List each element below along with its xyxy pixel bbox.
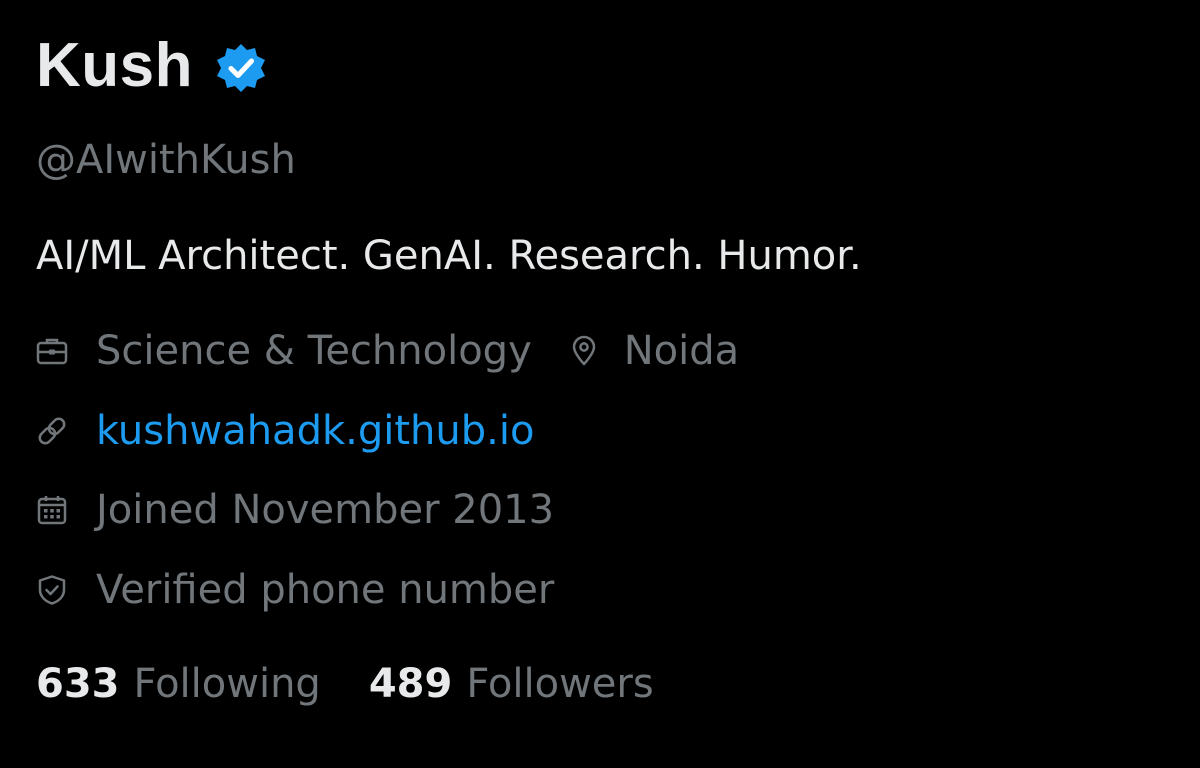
phone-verification-row: Verified phone number — [36, 570, 554, 610]
name-row: Kush — [36, 28, 267, 104]
shield-check-icon — [36, 574, 68, 606]
followers-count: 489 — [368, 661, 453, 707]
verified-badge-icon[interactable] — [215, 42, 267, 94]
website-row: kushwahadk.github.io — [36, 411, 534, 451]
display-name: Kush — [36, 31, 193, 100]
following-link[interactable]: 633 Following — [36, 664, 321, 704]
joined-row: Joined November 2013 — [36, 490, 554, 530]
profile-location: Noida — [623, 328, 740, 374]
follow-stats: 633 Following 489 Followers — [36, 664, 654, 704]
location: Noida — [568, 331, 739, 371]
link-icon — [36, 415, 68, 447]
followers-link[interactable]: 489 Followers — [369, 664, 654, 704]
profile-category: Science & Technology — [96, 328, 532, 374]
phone-verification-status: Verified phone number — [96, 567, 555, 613]
profile-handle: @AIwithKush — [36, 137, 296, 183]
profile-header: Kush @AIwithKush AI/ML Architect. GenAI.… — [36, 0, 1176, 768]
category-location-row: Science & Technology Noida — [36, 331, 739, 371]
followers-label: Followers — [466, 661, 654, 707]
calendar-icon — [36, 494, 68, 526]
joined-date: Joined November 2013 — [96, 487, 555, 533]
profile-bio: AI/ML Architect. GenAI. Research. Humor. — [36, 233, 862, 279]
briefcase-icon — [36, 335, 68, 367]
location-pin-icon — [568, 335, 600, 367]
following-label: Following — [133, 661, 321, 707]
following-count: 633 — [36, 661, 120, 707]
website-link[interactable]: kushwahadk.github.io — [96, 411, 534, 451]
